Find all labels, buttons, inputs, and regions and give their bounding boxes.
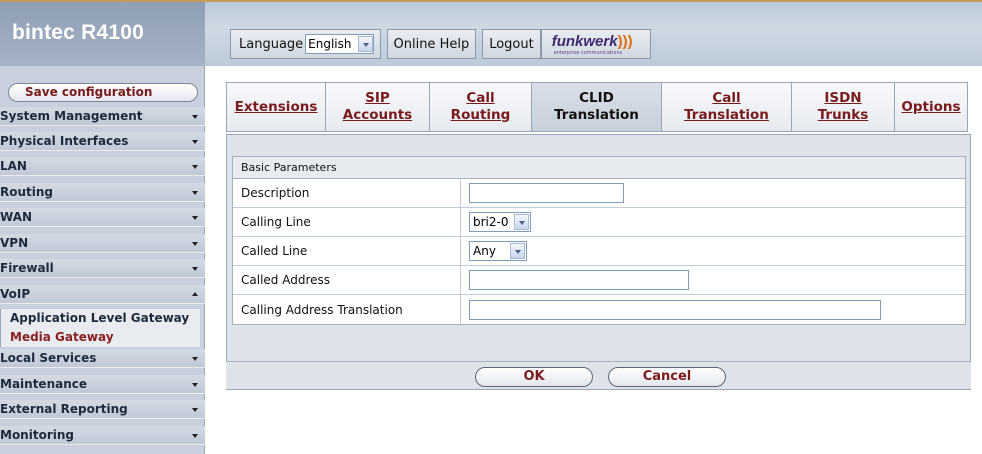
sidebar-item-routing[interactable]: Routing	[0, 183, 205, 202]
form-row-called-line: Called Line Any	[233, 237, 965, 266]
chevron-down-icon	[357, 36, 373, 52]
chevron-down-icon	[192, 434, 198, 438]
form-row-description: Description	[233, 179, 965, 208]
sidebar-item-system-management[interactable]: System Management	[0, 107, 205, 126]
logo-tagline: enterprise communications	[553, 50, 623, 56]
calling-address-translation-label: Calling Address Translation	[233, 295, 461, 324]
sidebar-item-wan[interactable]: WAN	[0, 208, 205, 227]
calling-line-select[interactable]: bri2-0	[469, 212, 532, 232]
sidebar-item-external-reporting[interactable]: External Reporting	[0, 400, 205, 419]
called-line-value: Any	[473, 244, 496, 258]
chevron-up-icon	[192, 292, 198, 296]
sidebar: Save configuration System Management Phy…	[0, 66, 205, 454]
chevron-down-icon	[514, 214, 530, 230]
tab-clid-translation[interactable]: CLID Translation	[531, 82, 662, 132]
sidebar-item-voip[interactable]: VoIP	[0, 285, 205, 304]
chevron-down-icon	[192, 165, 198, 169]
brand-title: bintec R4100	[12, 21, 144, 44]
form-row-called-address: Called Address	[233, 266, 965, 295]
sidebar-item-local-services[interactable]: Local Services	[0, 349, 205, 368]
basic-parameters-form: Basic Parameters Description Calling Lin…	[232, 156, 966, 325]
online-help-link[interactable]: Online Help	[386, 29, 477, 59]
chevron-down-icon	[192, 357, 198, 361]
form-row-calling-line: Calling Line bri2-0	[233, 208, 965, 237]
language-value: English	[308, 37, 352, 51]
save-configuration-button[interactable]: Save configuration	[8, 83, 198, 102]
calling-line-value: bri2-0	[473, 215, 509, 229]
chevron-down-icon	[192, 408, 198, 412]
language-box: Language English	[230, 29, 381, 59]
called-line-select[interactable]: Any	[469, 241, 527, 261]
sidebar-item-monitoring[interactable]: Monitoring	[0, 426, 205, 445]
header-bar: bintec R4100 Language English Online Hel…	[0, 0, 982, 66]
tab-isdn-trunks[interactable]: ISDN Trunks	[791, 82, 895, 132]
sidebar-item-vpn[interactable]: VPN	[0, 234, 205, 253]
logo-text: funkwerk)))	[551, 33, 633, 50]
logout-link[interactable]: Logout	[482, 29, 541, 59]
chevron-down-icon	[192, 140, 198, 144]
chevron-down-icon	[192, 267, 198, 271]
top-toolbar: Language English Online Help Logout funk…	[230, 29, 651, 59]
chevron-down-icon	[192, 242, 198, 246]
called-address-input[interactable]	[469, 270, 689, 290]
sidebar-item-lan[interactable]: LAN	[0, 157, 205, 176]
form-row-calling-address-translation: Calling Address Translation	[233, 295, 965, 324]
language-label: Language	[239, 36, 304, 52]
sidebar-subitem-media-gateway[interactable]: Media Gateway	[0, 328, 200, 347]
ok-button[interactable]: OK	[475, 367, 593, 387]
chevron-down-icon	[192, 216, 198, 220]
description-label: Description	[233, 179, 461, 207]
tab-bar: Extensions SIP Accounts Call Routing CLI…	[226, 82, 968, 132]
tab-options[interactable]: Options	[894, 82, 968, 132]
called-address-label: Called Address	[233, 266, 461, 294]
tab-extensions[interactable]: Extensions	[226, 82, 326, 132]
sidebar-item-physical-interfaces[interactable]: Physical Interfaces	[0, 132, 205, 151]
sidebar-subitem-application-level-gateway[interactable]: Application Level Gateway	[0, 309, 200, 328]
tab-call-translation[interactable]: Call Translation	[661, 82, 792, 132]
chevron-down-icon	[192, 383, 198, 387]
called-line-label: Called Line	[233, 237, 461, 265]
sidebar-item-maintenance[interactable]: Maintenance	[0, 375, 205, 394]
cancel-button[interactable]: Cancel	[608, 367, 726, 387]
action-bar: OK Cancel	[226, 361, 971, 389]
description-input[interactable]	[469, 183, 624, 203]
brand-area: bintec R4100	[0, 2, 205, 66]
funkwerk-logo: funkwerk))) enterprise communications	[540, 29, 651, 59]
section-title: Basic Parameters	[233, 157, 965, 179]
tab-call-routing[interactable]: Call Routing	[429, 82, 532, 132]
tab-sip-accounts[interactable]: SIP Accounts	[325, 82, 430, 132]
chevron-down-icon	[509, 243, 525, 259]
chevron-down-icon	[192, 191, 198, 195]
calling-address-translation-input[interactable]	[469, 299, 881, 320]
sidebar-item-firewall[interactable]: Firewall	[0, 259, 205, 278]
calling-line-label: Calling Line	[233, 208, 461, 236]
language-select[interactable]: English	[305, 34, 374, 54]
chevron-down-icon	[192, 115, 198, 119]
